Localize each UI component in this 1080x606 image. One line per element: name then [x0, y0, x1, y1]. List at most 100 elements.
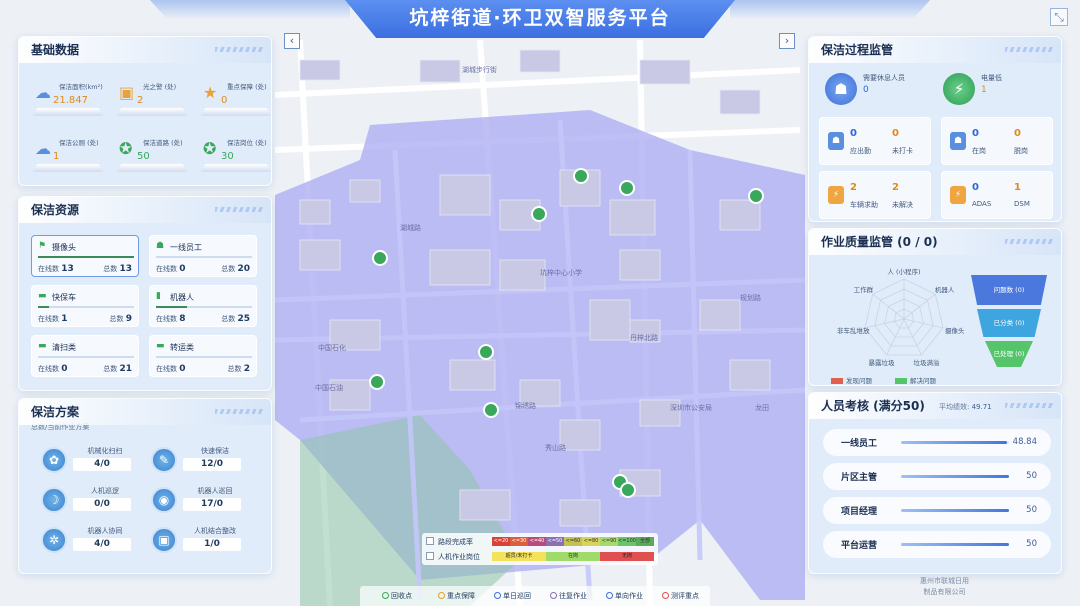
- resource-name: 清扫类: [52, 343, 76, 352]
- process-panel: 保洁过程监管 ☗ 需要休息人员 0 ⚡ 电量低 1 ☗ 0 0 应出勤 未打卡 …: [808, 36, 1062, 222]
- resource-progress: [156, 306, 252, 308]
- resource-card[interactable]: ▮ 机器人 在线数 8 总数 25: [149, 285, 257, 327]
- assessment-value: 50: [1026, 505, 1037, 515]
- monitor-box[interactable]: ⚡ 0 1 ADAS DSM: [941, 171, 1053, 219]
- assessment-row[interactable]: 一线员工 48.84: [823, 429, 1051, 456]
- assessment-bar: [901, 509, 1009, 512]
- basic-data-panel: 基础数据 ☁ 保洁面积(km²) 21.847 ▣ 光之警 (处) 2 ★ 重点…: [18, 36, 272, 186]
- funnel-classified[interactable]: 已分类 (0): [977, 309, 1041, 337]
- resource-name: 一线员工: [170, 243, 202, 252]
- scheme-item[interactable]: ☽ 人机巡逻 0/0: [41, 485, 149, 523]
- id-card-icon: ☗: [828, 132, 844, 150]
- monitor-label-a: 应出勤: [850, 147, 871, 155]
- monitor-box[interactable]: ☗ 0 0 在岗 脱岗: [941, 117, 1053, 165]
- monitor-box[interactable]: ☗ 0 0 应出勤 未打卡: [819, 117, 931, 165]
- panel-title: 保洁方案: [19, 399, 271, 425]
- basic-label: 保洁面积(km²): [59, 83, 103, 91]
- map-layer-toggle[interactable]: 回收点: [382, 591, 412, 601]
- completion-scale-swatch[interactable]: <=30: [510, 537, 528, 546]
- funnel-handled[interactable]: 已处理 (0): [985, 341, 1033, 367]
- panel-title: 保洁过程监管: [809, 37, 1061, 63]
- post-status-swatch[interactable]: 无岗: [600, 552, 654, 561]
- assessment-row[interactable]: 平台运营 50: [823, 531, 1051, 558]
- scheme-item[interactable]: ✿ 机械化扫扫 4/0: [41, 445, 149, 483]
- completion-scale-swatch[interactable]: 全部: [636, 537, 654, 546]
- resource-card[interactable]: ⚑ 摄像头 在线数 13 总数 13: [31, 235, 139, 277]
- scheme-label: 机器人巡回: [197, 487, 233, 495]
- nav-next-button[interactable]: ›: [779, 33, 795, 49]
- assessment-row[interactable]: 片区主管 50: [823, 463, 1051, 490]
- post-status-swatch[interactable]: 超员/未打卡: [492, 552, 546, 561]
- resource-name: 转运类: [170, 343, 194, 352]
- scheme-value: 4/0: [73, 538, 131, 551]
- map-layer-toggle[interactable]: 往复作业: [550, 591, 587, 601]
- scheme-icon: ✎: [151, 447, 177, 473]
- battery-label: 电量低: [981, 74, 1002, 82]
- resource-name: 摄像头: [52, 243, 76, 252]
- completion-scale-swatch[interactable]: <=90: [600, 537, 618, 546]
- resource-card[interactable]: ▬ 清扫类 在线数 0 总数 21: [31, 335, 139, 377]
- map-marker: [573, 168, 589, 184]
- resource-online: 在线数 0: [156, 364, 186, 374]
- monitor-label-b: DSM: [1014, 200, 1030, 208]
- layer-dot-icon: [606, 592, 613, 599]
- scheme-item[interactable]: ✲ 机器人协同 4/0: [41, 525, 149, 563]
- map-layer-toggle[interactable]: 重点保障: [438, 591, 475, 601]
- scheme-value: 4/0: [73, 458, 131, 471]
- map-marker: [620, 482, 636, 498]
- assessment-name: 一线员工: [840, 439, 877, 449]
- completion-checkbox[interactable]: [426, 537, 434, 545]
- scheme-item[interactable]: ✎ 快速保洁 12/0: [151, 445, 259, 483]
- assessment-value: 48.84: [1012, 437, 1037, 447]
- legend-solved: 解决问题: [895, 375, 936, 385]
- completion-scale-swatch[interactable]: <=40: [528, 537, 546, 546]
- map-layer-toggle[interactable]: 单向作业: [606, 591, 643, 601]
- nav-prev-button[interactable]: ‹: [284, 33, 300, 49]
- resource-total: 总数 13: [103, 264, 132, 274]
- completion-scale-swatch[interactable]: <=100: [618, 537, 636, 546]
- assessment-row[interactable]: 项目经理 50: [823, 497, 1051, 524]
- scheme-item[interactable]: ▣ 人机结合整改 1/0: [151, 525, 259, 563]
- basic-police: ▣ 光之警 (处) 2: [113, 75, 193, 125]
- panel-title: 作业质量监管 (0 / 0): [809, 229, 1061, 255]
- resource-progress: [156, 256, 252, 258]
- bottom-toolbar: 回收点 重点保障 单日巡回 往复作业 单向作业 测评重点: [360, 586, 710, 606]
- scheme-label: 机械化扫扫: [87, 447, 123, 455]
- rest-staff[interactable]: ☗ 需要休息人员 0: [819, 69, 929, 115]
- map-layer-toggle[interactable]: 测评重点: [662, 591, 699, 601]
- scheme-item[interactable]: ◉ 机器人巡回 17/0: [151, 485, 259, 523]
- layer-dot-icon: [438, 592, 445, 599]
- resource-card[interactable]: ▬ 转运类 在线数 0 总数 2: [149, 335, 257, 377]
- map-marker: [619, 180, 635, 196]
- monitor-value-a: 0: [972, 182, 979, 193]
- low-battery[interactable]: ⚡ 电量低 1: [937, 69, 1047, 115]
- radar-axis-label: 机器人: [934, 286, 955, 295]
- post-checkbox[interactable]: [426, 552, 434, 560]
- alert-icon: ⚡: [950, 186, 966, 204]
- panel-title: 保洁资源: [19, 197, 271, 223]
- completion-scale-swatch[interactable]: <=20: [492, 537, 510, 546]
- resource-total: 总数 20: [221, 264, 250, 274]
- post-status-swatch[interactable]: 在岗: [546, 552, 600, 561]
- map-marker: [531, 206, 547, 222]
- panel-title: 人员考核 (满分50): [809, 393, 1061, 419]
- fullscreen-icon[interactable]: ⤡: [1050, 8, 1068, 26]
- map-layer-toggle[interactable]: 单日巡回: [494, 591, 531, 601]
- resource-online: 在线数 13: [38, 264, 74, 274]
- completion-scale-swatch[interactable]: <=50: [546, 537, 564, 546]
- layer-dot-icon: [662, 592, 669, 599]
- assessment-panel: 人员考核 (满分50) 平均绩效: 49.71 一线员工 48.84 片区主管 …: [808, 392, 1062, 574]
- resource-icon: ☗: [156, 241, 165, 251]
- resource-icon: ▬: [156, 341, 165, 351]
- basic-value: 0: [221, 95, 228, 106]
- funnel-issues[interactable]: 问题数 (0): [971, 275, 1047, 305]
- scheme-icon: ▣: [151, 527, 177, 553]
- completion-scale-swatch[interactable]: <=60: [564, 537, 582, 546]
- monitor-box[interactable]: ⚡ 2 2 车辆求助 未解决: [819, 171, 931, 219]
- monitor-value-a: 0: [972, 128, 979, 139]
- resource-card[interactable]: ☗ 一线员工 在线数 0 总数 20: [149, 235, 257, 277]
- resource-online: 在线数 0: [38, 364, 68, 374]
- completion-scale-swatch[interactable]: <=80: [582, 537, 600, 546]
- resource-card[interactable]: ▬ 快保车 在线数 1 总数 9: [31, 285, 139, 327]
- scheme-value: 1/0: [183, 538, 241, 551]
